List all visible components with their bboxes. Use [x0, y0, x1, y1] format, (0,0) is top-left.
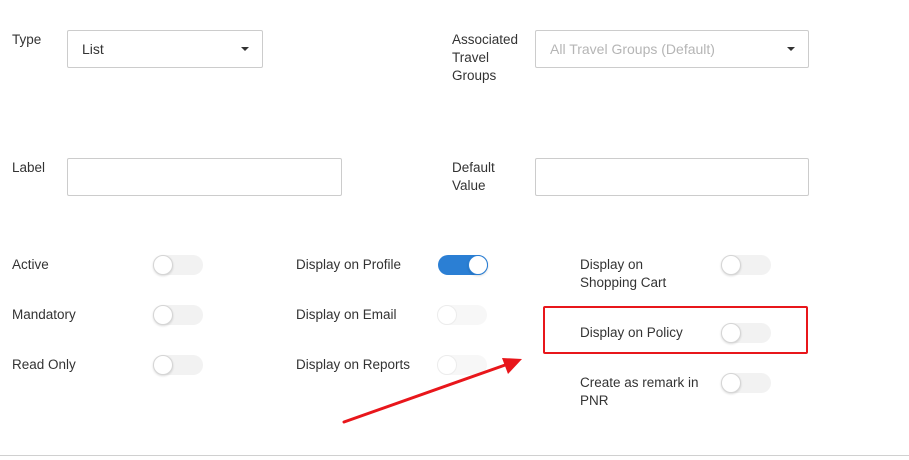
divider [0, 455, 909, 456]
red-arrow [342, 358, 522, 424]
